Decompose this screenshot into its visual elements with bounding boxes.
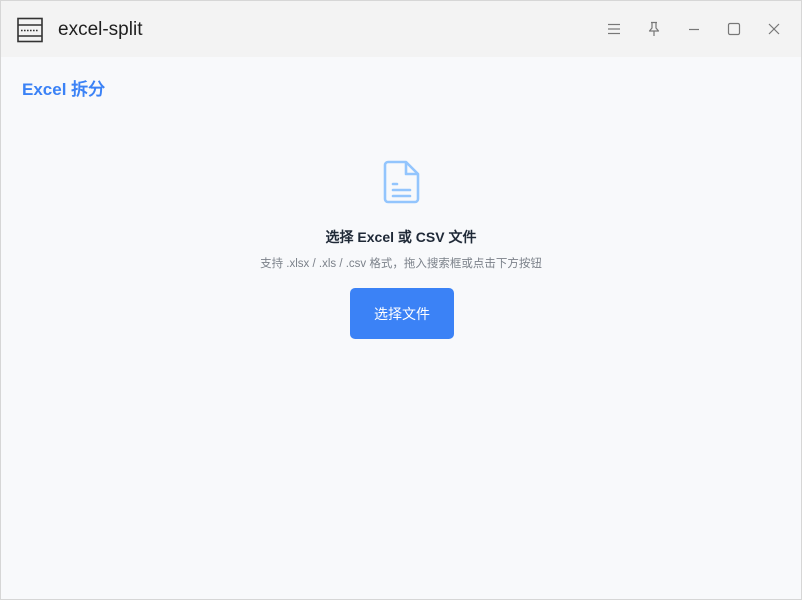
- window-title: excel-split: [58, 19, 143, 40]
- title-bar[interactable]: excel-split: [1, 1, 801, 57]
- pin-icon[interactable]: [643, 18, 665, 40]
- minimize-icon[interactable]: [683, 18, 705, 40]
- app-icon: [17, 17, 43, 43]
- drop-zone-heading: 选择 Excel 或 CSV 文件: [325, 229, 477, 245]
- page-title: Excel 拆分: [22, 80, 106, 99]
- menu-icon[interactable]: [603, 18, 625, 40]
- select-file-button[interactable]: 选择文件: [350, 288, 454, 339]
- app-window: excel-split Excel 拆分 选择 Excel 或 CSV 文件 支…: [0, 0, 802, 600]
- file-drop-zone[interactable]: 选择 Excel 或 CSV 文件 支持 .xlsx / .xls / .csv…: [1, 141, 801, 351]
- file-document-icon: [383, 160, 421, 204]
- maximize-icon[interactable]: [723, 18, 745, 40]
- close-icon[interactable]: [763, 18, 785, 40]
- drop-zone-hint: 支持 .xlsx / .xls / .csv 格式，拖入搜索框或点击下方按钮: [260, 258, 542, 270]
